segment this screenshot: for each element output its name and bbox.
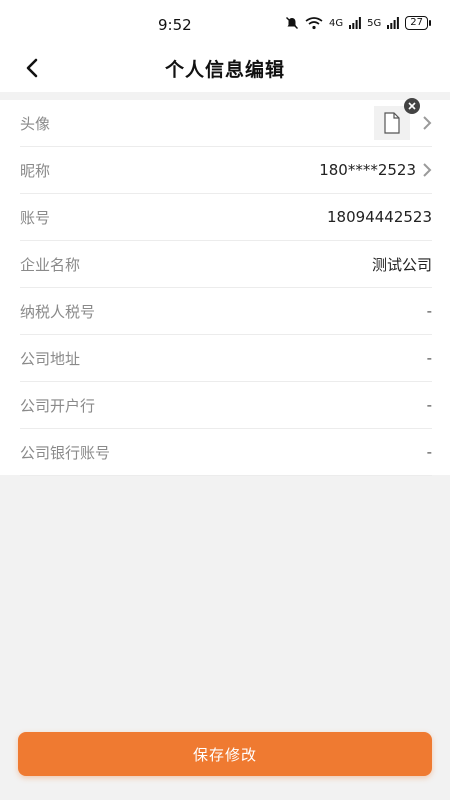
row-nickname[interactable]: 昵称 180****2523	[20, 147, 432, 194]
close-icon	[408, 102, 416, 110]
chevron-right-icon	[423, 163, 432, 177]
network-label-a: 4G	[329, 17, 344, 29]
row-label: 账号	[20, 208, 51, 227]
avatar-remove-button[interactable]	[404, 98, 420, 114]
row-value: -	[426, 302, 432, 320]
signal-icon-2	[387, 17, 400, 29]
row-label: 纳税人税号	[20, 302, 96, 321]
row-company-bank: 公司开户行 -	[20, 382, 432, 429]
row-value: -	[426, 349, 432, 367]
mute-bell-icon	[286, 17, 299, 29]
row-value: 180****2523	[319, 161, 416, 179]
battery-icon: 27	[405, 16, 431, 30]
page-title: 个人信息编辑	[164, 59, 285, 81]
row-label: 公司地址	[20, 349, 81, 368]
row-value: 18094442523	[327, 208, 432, 226]
save-button[interactable]: 保存修改	[18, 732, 432, 776]
wifi-icon	[305, 16, 323, 29]
row-account: 账号 18094442523	[20, 194, 432, 241]
row-value: -	[426, 443, 432, 461]
file-icon	[384, 112, 400, 134]
nav-bar: 个人信息编辑	[0, 44, 450, 92]
row-company-address: 公司地址 -	[20, 335, 432, 382]
row-label: 公司银行账号	[20, 443, 111, 462]
row-value: -	[426, 396, 432, 414]
row-value: 测试公司	[371, 255, 432, 274]
row-label: 企业名称	[20, 255, 81, 274]
network-label-b: 5G	[367, 17, 382, 29]
row-avatar[interactable]: 头像	[20, 98, 432, 147]
row-label: 昵称	[20, 161, 51, 180]
row-tax-id: 纳税人税号 -	[20, 288, 432, 335]
signal-icon	[349, 17, 362, 29]
row-label: 公司开户行	[20, 396, 96, 415]
profile-form: 头像 昵称 180****2523 账号 18094442523 企业名称 测试…	[0, 98, 450, 476]
status-icons: 4G 5G 27	[285, 16, 431, 30]
row-label: 头像	[20, 114, 51, 133]
row-right	[374, 98, 432, 140]
row-right: 180****2523	[319, 161, 432, 179]
row-company-name: 企业名称 测试公司	[20, 241, 432, 288]
chevron-right-icon	[423, 116, 432, 130]
avatar[interactable]	[374, 98, 420, 140]
row-company-bank-account: 公司银行账号 -	[20, 429, 432, 476]
status-bar: 9:52 4G 5G 27	[0, 0, 450, 44]
status-time: 9:52	[158, 16, 192, 34]
